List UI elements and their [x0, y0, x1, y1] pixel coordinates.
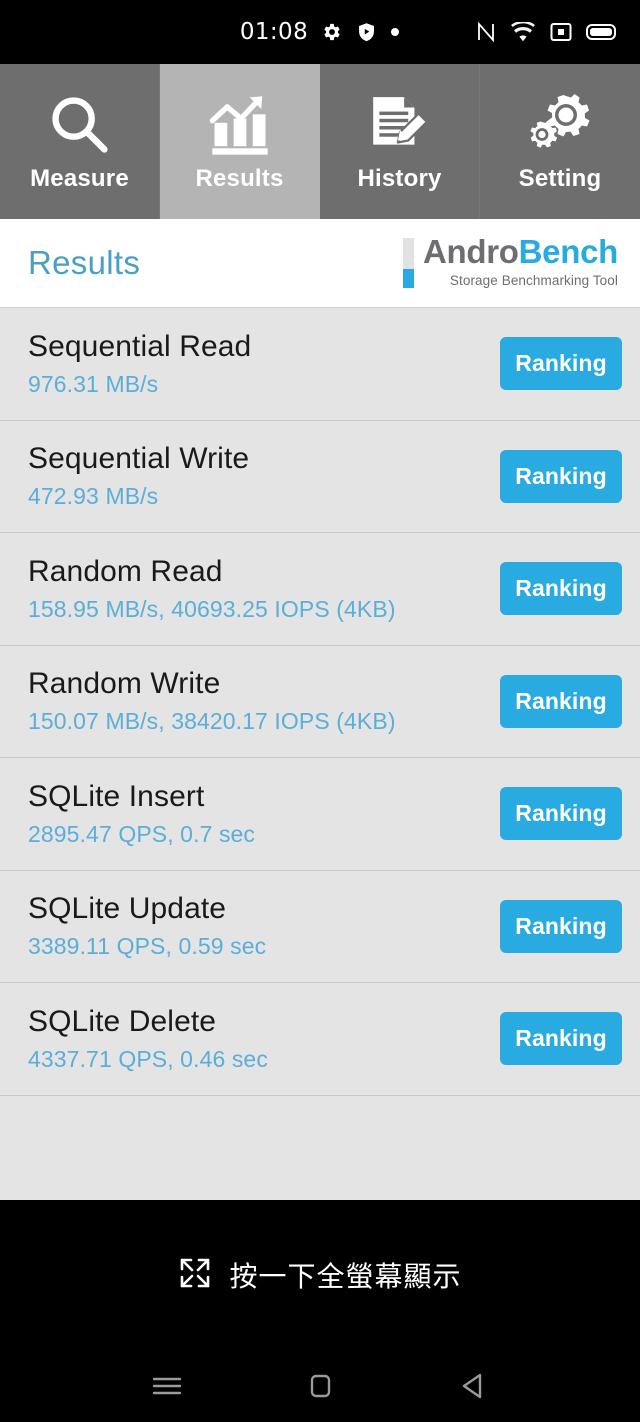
ranking-button[interactable]: Ranking	[500, 674, 622, 728]
ranking-button[interactable]: Ranking	[500, 562, 622, 616]
phone-screen: 01:08 Measure Results History Setting Re…	[0, 0, 640, 1422]
home-square-icon[interactable]	[288, 1354, 352, 1418]
document-pencil-icon	[367, 87, 433, 159]
result-value: 4337.71 QPS, 0.46 sec	[28, 1045, 268, 1072]
result-title: SQLite Delete	[28, 1004, 217, 1038]
logo-text-group: AndroBench Storage Benchmarking Tool	[423, 235, 618, 288]
status-bar-clock: 01:08	[239, 19, 309, 45]
result-value: 2895.47 QPS, 0.7 sec	[28, 820, 256, 847]
result-value: 3389.11 QPS, 0.59 sec	[28, 933, 267, 960]
fullscreen-hint-text: 按一下全螢幕顯示	[229, 1260, 462, 1293]
result-title: Sequential Write	[28, 442, 250, 476]
result-value: 472.93 MB/s	[28, 483, 159, 510]
result-value: 150.07 MB/s, 38420.17 IOPS (4KB)	[28, 708, 396, 735]
androbench-logo: AndroBench Storage Benchmarking Tool	[402, 235, 618, 288]
fullscreen-expand-icon	[178, 1256, 212, 1295]
result-title: Random Read	[28, 554, 223, 588]
table-row: Random Read 158.95 MB/s, 40693.25 IOPS (…	[0, 533, 640, 646]
row-text-group: Sequential Write 472.93 MB/s	[28, 442, 249, 510]
shield-play-icon	[356, 21, 377, 43]
tab-measure-label: Measure	[30, 164, 129, 192]
result-title: SQLite Insert	[28, 779, 205, 813]
gear-icon	[321, 21, 343, 43]
row-text-group: SQLite Update 3389.11 QPS, 0.59 sec	[28, 892, 266, 960]
row-text-group: Random Read 158.95 MB/s, 40693.25 IOPS (…	[28, 555, 396, 623]
screen-record-icon	[550, 22, 572, 42]
status-bar-right-group	[476, 0, 618, 64]
back-triangle-icon[interactable]	[441, 1354, 505, 1418]
result-title: Random Write	[28, 667, 221, 701]
gears-icon	[525, 87, 595, 159]
tab-history[interactable]: History	[320, 64, 480, 219]
tab-setting-label: Setting	[518, 164, 602, 192]
logo-andro: Andro	[422, 233, 519, 270]
logo-bar-icon	[402, 238, 414, 288]
row-text-group: Sequential Read 976.31 MB/s	[28, 330, 251, 398]
menu-icon[interactable]	[135, 1354, 199, 1418]
tab-measure[interactable]: Measure	[0, 64, 160, 219]
fullscreen-hint-bar[interactable]: 按一下全螢幕顯示	[0, 1200, 640, 1350]
tab-history-label: History	[357, 164, 442, 192]
nfc-icon	[476, 21, 496, 43]
ranking-button[interactable]: Ranking	[500, 1012, 622, 1066]
table-row: SQLite Insert 2895.47 QPS, 0.7 sec Ranki…	[0, 758, 640, 871]
wifi-icon	[510, 22, 536, 42]
android-navigation-bar	[0, 1350, 640, 1422]
result-value: 976.31 MB/s	[28, 370, 159, 397]
ranking-button[interactable]: Ranking	[500, 337, 622, 391]
table-row: SQLite Delete 4337.71 QPS, 0.46 sec Rank…	[0, 983, 640, 1096]
tab-results[interactable]: Results	[160, 64, 320, 219]
bar-chart-trend-icon	[206, 87, 274, 159]
main-tab-bar: Measure Results History Setting	[0, 64, 640, 219]
ranking-button[interactable]: Ranking	[500, 899, 622, 953]
tab-results-label: Results	[195, 164, 284, 192]
status-bar: 01:08	[0, 0, 640, 64]
result-title: SQLite Update	[28, 892, 227, 926]
battery-icon	[586, 22, 618, 42]
table-row: SQLite Update 3389.11 QPS, 0.59 sec Rank…	[0, 871, 640, 983]
status-bar-center-group: 01:08	[240, 19, 400, 45]
table-row: Random Write 150.07 MB/s, 38420.17 IOPS …	[0, 646, 640, 758]
page-header: Results AndroBench Storage Benchmarking …	[0, 219, 640, 308]
row-text-group: SQLite Delete 4337.71 QPS, 0.46 sec	[28, 1005, 268, 1073]
magnifier-icon	[46, 87, 114, 159]
result-title: Sequential Read	[28, 329, 252, 363]
row-text-group: Random Write 150.07 MB/s, 38420.17 IOPS …	[28, 667, 396, 735]
results-list: Sequential Read 976.31 MB/s Ranking Sequ…	[0, 308, 640, 1200]
table-row: Sequential Read 976.31 MB/s Ranking	[0, 308, 640, 421]
logo-subtitle: Storage Benchmarking Tool	[449, 273, 618, 288]
table-row: Sequential Write 472.93 MB/s Ranking	[0, 421, 640, 533]
ranking-button[interactable]: Ranking	[500, 449, 622, 503]
dot-icon	[390, 27, 400, 37]
logo-wordmark: AndroBench	[423, 235, 618, 268]
logo-bench: Bench	[518, 233, 619, 270]
tab-setting[interactable]: Setting	[480, 64, 640, 219]
row-text-group: SQLite Insert 2895.47 QPS, 0.7 sec	[28, 780, 255, 848]
result-value: 158.95 MB/s, 40693.25 IOPS (4KB)	[28, 595, 396, 622]
page-title: Results	[28, 244, 141, 281]
ranking-button[interactable]: Ranking	[500, 787, 622, 841]
